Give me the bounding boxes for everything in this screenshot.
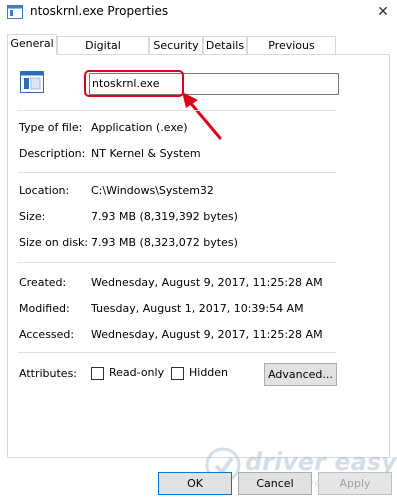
size-on-disk-value: 7.93 MB (8,323,072 bytes) xyxy=(91,236,238,249)
size-label: Size: xyxy=(19,210,46,223)
size-on-disk-label: Size on disk: xyxy=(19,236,89,249)
tab-digital-signatures[interactable]: Digital Signatures xyxy=(57,36,149,69)
readonly-label: Read-only xyxy=(109,366,165,379)
apply-button[interactable]: Apply xyxy=(318,472,392,495)
location-label: Location: xyxy=(19,184,70,197)
readonly-checkbox[interactable] xyxy=(91,367,104,380)
advanced-button[interactable]: Advanced... xyxy=(264,363,337,386)
tab-previous-versions[interactable]: Previous Versions xyxy=(247,36,336,69)
accessed-value: Wednesday, August 9, 2017, 11:25:28 AM xyxy=(91,328,323,341)
close-icon: ✕ xyxy=(377,4,389,20)
tab-label: Details xyxy=(205,39,245,52)
modified-label: Modified: xyxy=(19,302,70,315)
annotation-arrow-icon xyxy=(182,92,222,140)
tab-label: General xyxy=(10,37,54,50)
readonly-checkbox-group[interactable]: Read-only xyxy=(91,366,165,382)
exe-file-icon xyxy=(20,71,44,93)
ok-button[interactable]: OK xyxy=(158,472,232,495)
hidden-checkbox[interactable] xyxy=(171,367,184,380)
description-label: Description: xyxy=(19,147,86,160)
tab-security[interactable]: Security xyxy=(149,36,203,54)
accessed-label: Accessed: xyxy=(19,328,75,341)
tab-label: Security xyxy=(153,39,199,52)
created-value: Wednesday, August 9, 2017, 11:25:28 AM xyxy=(91,276,323,289)
divider xyxy=(18,110,336,111)
description-value: NT Kernel & System xyxy=(91,147,201,160)
location-value: C:\Windows\System32 xyxy=(91,184,214,197)
close-button[interactable]: ✕ xyxy=(372,2,394,22)
hidden-label: Hidden xyxy=(189,366,229,379)
size-value: 7.93 MB (8,319,392 bytes) xyxy=(91,210,238,223)
title-bar: ntoskrnl.exe Properties ✕ xyxy=(0,0,397,26)
tab-details[interactable]: Details xyxy=(203,36,247,54)
divider xyxy=(18,262,336,263)
tab-strip: General Digital Signatures Security Deta… xyxy=(7,34,390,69)
created-label: Created: xyxy=(19,276,67,289)
attributes-label: Attributes: xyxy=(19,367,78,380)
window-title: ntoskrnl.exe Properties xyxy=(30,4,169,18)
hidden-checkbox-group[interactable]: Hidden xyxy=(171,366,231,382)
divider xyxy=(18,172,336,173)
type-value: Application (.exe) xyxy=(91,121,188,134)
divider xyxy=(18,352,336,353)
tab-general[interactable]: General xyxy=(7,34,57,55)
cancel-button[interactable]: Cancel xyxy=(238,472,312,495)
modified-value: Tuesday, August 1, 2017, 10:39:54 AM xyxy=(91,302,304,315)
application-icon xyxy=(7,5,23,19)
type-label: Type of file: xyxy=(19,121,83,134)
